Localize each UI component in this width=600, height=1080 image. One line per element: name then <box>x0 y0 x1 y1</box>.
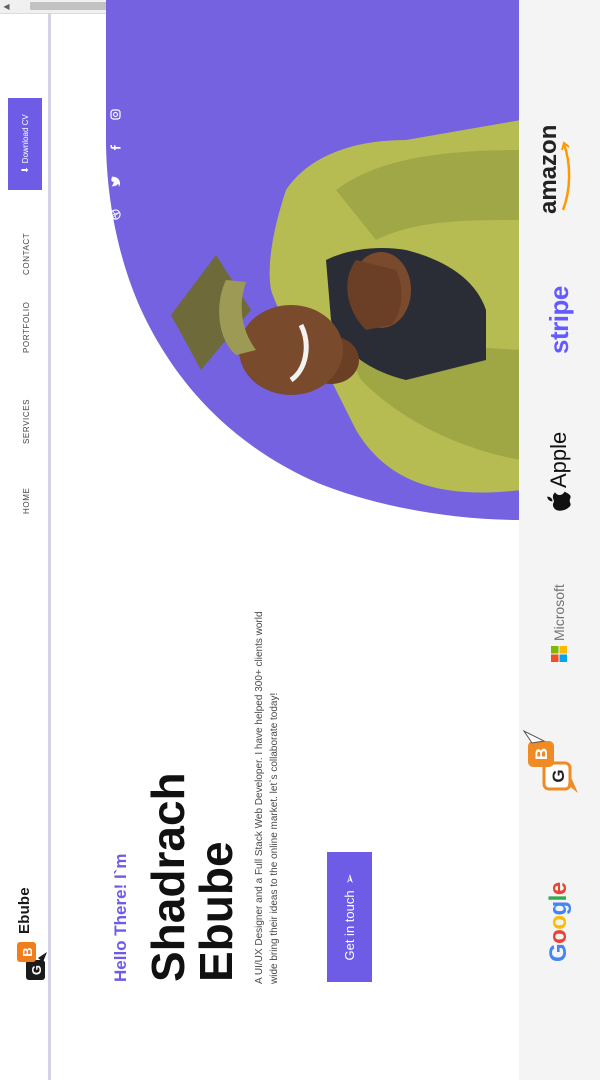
amazon-smile-icon <box>561 141 571 211</box>
brands-strip: Google G B Microsoft Apple stripe amazon <box>519 0 600 1080</box>
amazon-label: amazon <box>535 124 562 214</box>
download-cv-button[interactable]: ⬇ Download CV <box>8 98 42 190</box>
hero-description: A UI/UX Designer and a Full Stack Web De… <box>254 611 280 984</box>
hero-name: Shadrach Ebube <box>142 772 242 982</box>
dribbble-icon[interactable] <box>108 208 122 222</box>
get-in-touch-button[interactable]: Get in touch ➢ <box>327 852 372 982</box>
hero-graphic <box>106 0 521 520</box>
nav-contact[interactable]: CONTACT <box>22 233 31 275</box>
rotated-page: G B Ebube HOME SERVICES PORTFOLIO CONTAC… <box>0 0 600 1080</box>
brand-google: Google <box>545 882 572 962</box>
apple-icon <box>547 491 571 511</box>
brand-name[interactable]: Ebube <box>16 887 33 934</box>
gb-letter-b: B <box>532 748 551 760</box>
microsoft-label: Microsoft <box>551 584 567 641</box>
nav-home[interactable]: HOME <box>22 488 31 514</box>
download-icon: ⬇ <box>19 166 30 174</box>
logo-letter-g: G <box>29 965 44 975</box>
brand-amazon: amazon <box>535 124 577 214</box>
send-icon: ➢ <box>341 873 357 885</box>
facebook-icon[interactable] <box>108 141 122 155</box>
stripe-label: stripe <box>543 286 574 354</box>
hero-last-name: Ebube <box>190 841 242 982</box>
microsoft-icon <box>551 646 567 662</box>
hero-greeting: Hello There! I`m <box>111 853 130 982</box>
brand-stripe: stripe <box>539 286 579 354</box>
instagram-icon[interactable] <box>108 108 122 122</box>
brand-microsoft: Microsoft <box>539 584 579 662</box>
logo-letter-b: B <box>20 947 35 956</box>
apple-label: Apple <box>546 431 571 488</box>
nav-services[interactable]: SERVICES <box>22 399 31 444</box>
download-cv-label: Download CV <box>20 114 30 164</box>
logo-icon[interactable]: G B <box>14 936 48 982</box>
nav-portfolio[interactable]: PORTFOLIO <box>22 302 31 353</box>
brand-gb-logo: G B <box>522 725 578 795</box>
brand-apple: Apple <box>539 432 579 513</box>
twitter-icon[interactable] <box>108 175 122 189</box>
hero-first-name: Shadrach <box>142 772 194 982</box>
gb-letter-g: G <box>549 769 568 782</box>
get-in-touch-label: Get in touch <box>342 890 357 961</box>
